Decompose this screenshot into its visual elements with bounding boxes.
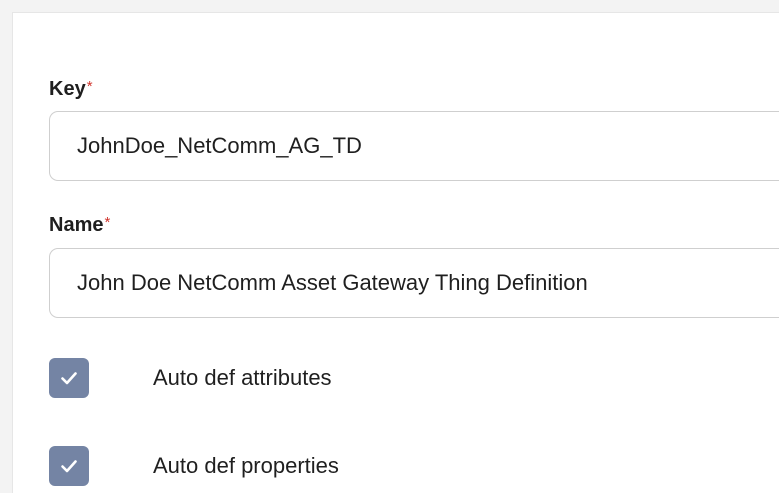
- auto-def-properties-checkbox[interactable]: [49, 446, 89, 486]
- auto-def-properties-row[interactable]: Auto def properties: [49, 446, 339, 486]
- required-indicator: *: [104, 214, 111, 231]
- auto-def-attributes-row[interactable]: Auto def attributes: [49, 358, 332, 398]
- key-label-text: Key: [49, 78, 86, 100]
- name-label-text: Name: [49, 214, 104, 236]
- name-input[interactable]: [49, 248, 779, 318]
- name-field-label: Name*: [49, 213, 110, 237]
- check-icon: [61, 460, 77, 473]
- form-panel: Key* Name* Auto def attributes Auto def …: [12, 12, 779, 493]
- check-icon: [61, 372, 77, 385]
- key-field-label: Key*: [49, 77, 93, 101]
- required-indicator: *: [86, 78, 93, 95]
- auto-def-attributes-checkbox[interactable]: [49, 358, 89, 398]
- key-input[interactable]: [49, 111, 779, 181]
- auto-def-properties-label: Auto def properties: [153, 453, 339, 478]
- auto-def-attributes-label: Auto def attributes: [153, 365, 332, 390]
